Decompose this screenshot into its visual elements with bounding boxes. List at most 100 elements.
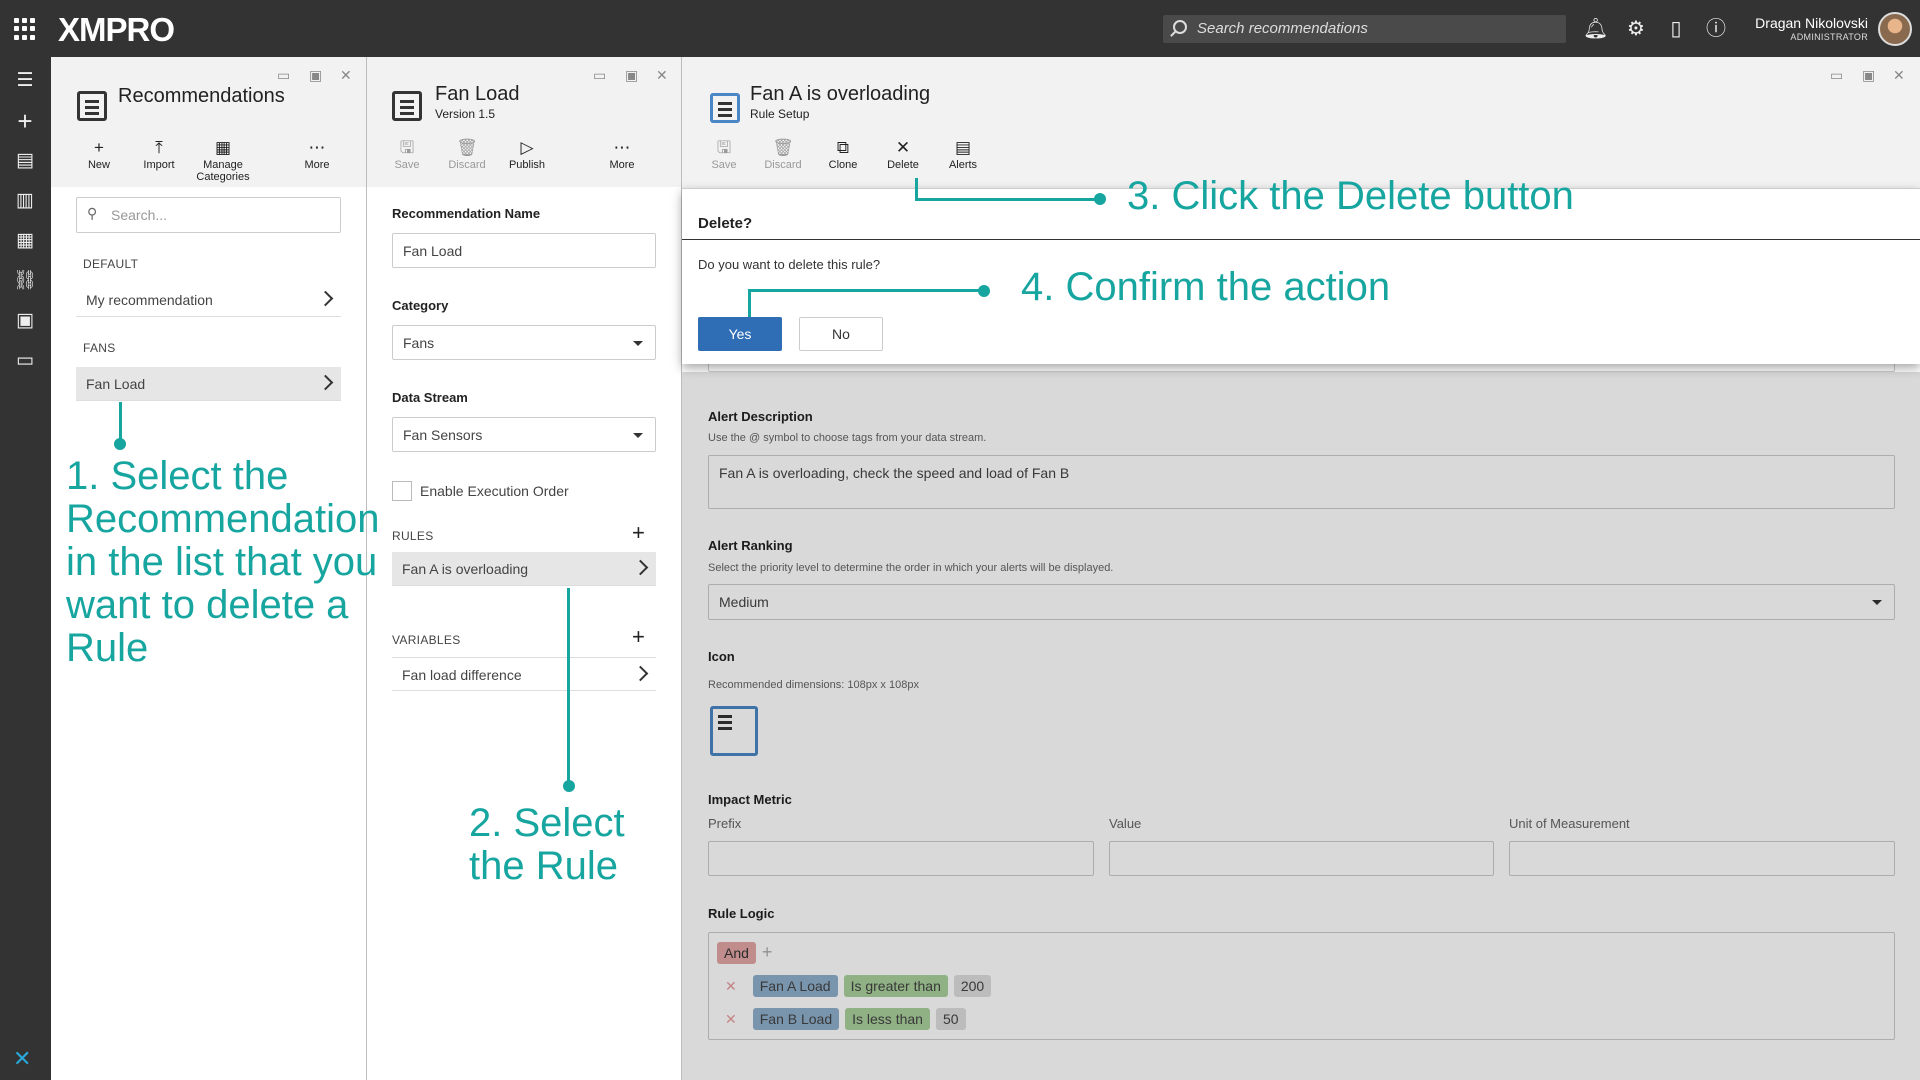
chevron-right-icon — [632, 665, 649, 682]
clone-icon: ⧉ — [836, 138, 850, 157]
play-icon: ▷ — [520, 138, 534, 157]
no-button[interactable]: No — [799, 317, 883, 351]
close-icon[interactable]: ✕ — [340, 67, 352, 84]
import-button[interactable]: ⤒ Import — [129, 137, 189, 171]
panel-header: ▭ ▣ ✕ Recommendations + New ⤒ Import ▦ Mana… — [51, 57, 366, 187]
save-label: Save — [394, 159, 420, 171]
page-title: Fan A is overloading — [750, 83, 931, 105]
maximize-icon[interactable]: ▣ — [625, 67, 638, 84]
exec-order-label: Enable Execution Order — [420, 483, 569, 499]
alerts-label: Alerts — [948, 159, 978, 171]
minimize-icon[interactable]: ▭ — [1830, 67, 1843, 84]
link-icon[interactable]: ⛓ — [13, 269, 37, 293]
annotation-step-4: 4. Confirm the action — [1021, 265, 1391, 309]
help-icon[interactable]: ⓘ — [1704, 17, 1728, 41]
close-x-icon: ✕ — [895, 138, 911, 157]
name-field[interactable]: Fan Load — [392, 233, 656, 268]
rule-item[interactable]: Fan A is overloading — [392, 552, 656, 586]
dialog-message: Do you want to delete this rule? — [698, 257, 881, 272]
chevron-right-icon — [632, 559, 649, 576]
discard-label: Discard — [448, 159, 486, 171]
delete-label: Delete — [887, 159, 919, 171]
alerts-button[interactable]: ▤ Alerts — [933, 137, 993, 171]
rules-section: RULES — [392, 529, 434, 543]
clone-label: Clone — [828, 159, 858, 171]
tables-icon[interactable]: ▭ — [13, 349, 37, 373]
annotation-dot-2 — [563, 780, 575, 792]
stream-select[interactable]: Fan Sensors — [392, 417, 656, 452]
modal-overlay — [682, 372, 1920, 1080]
search-icon — [1173, 20, 1187, 34]
side-rail: ☰ + ▤ ▥ ▦ ⛓ ▣ ▭ ✕ — [0, 57, 51, 1080]
publish-button[interactable]: ▷ Publish — [497, 137, 557, 171]
recommendations-icon[interactable]: ▥ — [13, 189, 37, 213]
datastream-icon[interactable]: ▣ — [13, 309, 37, 333]
list-item[interactable]: My recommendation — [76, 283, 341, 317]
new-button[interactable]: + New — [69, 137, 129, 171]
variable-item[interactable]: Fan load difference — [392, 657, 656, 691]
more-button[interactable]: ⋯ More — [592, 137, 652, 171]
minimize-icon[interactable]: ▭ — [277, 67, 290, 84]
discard-button[interactable]: 🗑 Discard — [753, 137, 813, 171]
page-title: Recommendations — [118, 85, 285, 107]
more-button[interactable]: ⋯ More — [287, 137, 347, 171]
close-icon[interactable]: ✕ — [1893, 67, 1905, 84]
manage-label: Manage Categories — [196, 159, 250, 183]
save-button[interactable]: 🖫 Save — [377, 137, 437, 171]
add-variable-icon[interactable]: + — [632, 626, 645, 648]
alerts-icon: ▤ — [954, 138, 972, 157]
rule-icon — [710, 93, 740, 123]
annotation-dot-3 — [1094, 193, 1106, 205]
publish-label: Publish — [508, 159, 546, 171]
new-label: New — [87, 159, 110, 171]
dashboard-icon[interactable]: ▤ — [13, 149, 37, 173]
delete-button[interactable]: ✕ Delete — [873, 137, 933, 171]
recommendations-icon — [77, 91, 107, 121]
menu-icon[interactable]: ☰ — [13, 69, 37, 93]
import-label: Import — [143, 159, 175, 171]
annotation-line-1 — [119, 402, 122, 442]
save-button[interactable]: 🖫 Save — [694, 137, 754, 171]
rule-setup-label: Rule Setup — [750, 107, 810, 121]
gear-icon[interactable]: ⚙ — [1624, 17, 1648, 41]
recommendation-detail-panel: ▭ ▣ ✕ Fan Load Version 1.5 🖫 Save 🗑 Discar… — [367, 57, 682, 1080]
user-info[interactable]: Dragan Nikolovski ADMINISTRATOR — [1755, 15, 1868, 42]
version-label: Version 1.5 — [435, 107, 496, 121]
avatar[interactable] — [1878, 12, 1912, 46]
trash-icon: 🗑 — [456, 138, 478, 157]
exec-order-checkbox[interactable] — [392, 481, 412, 501]
chevron-right-icon — [317, 374, 334, 391]
maximize-icon[interactable]: ▣ — [1862, 67, 1875, 84]
manage-categories-button[interactable]: ▦ Manage Categories — [191, 137, 255, 183]
annotation-step-2: 2. Select the Rule — [469, 801, 625, 888]
yes-button[interactable]: Yes — [698, 317, 782, 351]
search-input[interactable]: Search recommendations — [1163, 15, 1566, 43]
close-icon[interactable]: ✕ — [656, 67, 668, 84]
mobile-icon[interactable]: ▯ — [1664, 17, 1688, 41]
category-select[interactable]: Fans — [392, 325, 656, 360]
brand-logo: XMPRO — [58, 11, 175, 48]
search-input[interactable]: ⚲ Search... — [76, 197, 341, 233]
user-name: Dragan Nikolovski — [1755, 15, 1868, 31]
clone-button[interactable]: ⧉ Clone — [813, 137, 873, 171]
add-icon[interactable]: + — [13, 108, 37, 134]
discard-label: Discard — [764, 159, 802, 171]
more-icon: ⋯ — [613, 138, 631, 157]
save-icon: 🖫 — [399, 138, 415, 157]
list-item-selected[interactable]: Fan Load — [76, 367, 341, 401]
app-launcher-icon[interactable] — [14, 18, 36, 40]
bell-icon[interactable]: 🔔︎ — [1583, 17, 1608, 41]
apps-icon[interactable]: ▦ — [13, 229, 37, 253]
minimize-icon[interactable]: ▭ — [593, 67, 606, 84]
maximize-icon[interactable]: ▣ — [309, 67, 322, 84]
annotation-line-2 — [567, 588, 570, 786]
category-label: Category — [392, 298, 449, 313]
section-fans: FANS — [83, 341, 116, 355]
discard-button[interactable]: 🗑 Discard — [437, 137, 497, 171]
dialog-divider — [682, 239, 1920, 240]
save-label: Save — [711, 159, 737, 171]
list-item-label: Fan Load — [86, 376, 146, 392]
search-placeholder: Search recommendations — [1197, 20, 1368, 37]
add-rule-icon[interactable]: + — [632, 522, 645, 544]
plus-icon: + — [94, 138, 104, 157]
